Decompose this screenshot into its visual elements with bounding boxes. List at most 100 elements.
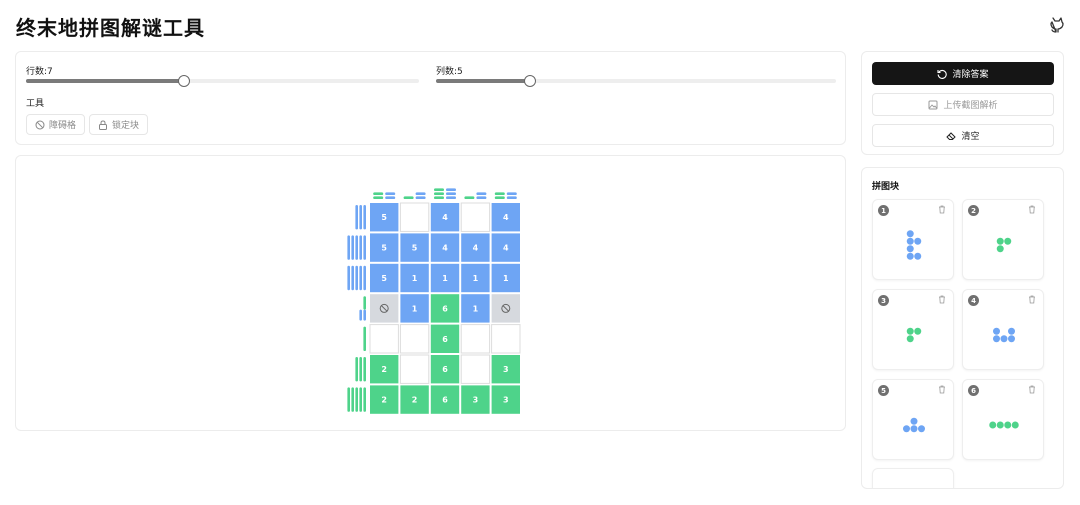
grid-cell[interactable] (460, 202, 491, 232)
piece-cell-dot (1000, 335, 1008, 343)
row-hint-bar (359, 309, 362, 321)
cell-number: 5 (381, 213, 387, 222)
rows-slider[interactable] (26, 75, 419, 87)
github-icon[interactable] (1048, 16, 1066, 34)
cell-number: 1 (503, 274, 509, 283)
lock-tool-label: 锁定块 (112, 121, 140, 131)
obstacle-tool-label: 障碍格 (49, 121, 77, 131)
page-title: 终末地拼图解谜工具 (16, 16, 205, 40)
piece-cell-dot (1008, 335, 1015, 343)
row-hint-bar (363, 357, 366, 382)
piece-cell-dot (910, 425, 918, 433)
lock-tool-button[interactable]: 锁定块 (89, 114, 149, 135)
upload-screenshot-button[interactable]: 上传截图解析 (872, 93, 1054, 116)
row-hint-bar (355, 357, 358, 382)
ban-icon (35, 120, 45, 129)
piece-card[interactable]: 4 (962, 289, 1044, 370)
piece-cell-dot (989, 421, 997, 429)
piece-cell-dot (906, 230, 914, 238)
piece-cell-dot (914, 327, 922, 335)
piece-card[interactable]: 3 (872, 289, 954, 370)
grid-cell[interactable] (491, 324, 521, 354)
cell-number: 2 (412, 396, 418, 405)
cell-number: 4 (442, 244, 448, 253)
clear-answer-button[interactable]: 清除答案 (872, 62, 1054, 85)
cols-slider[interactable] (436, 75, 836, 87)
cell-number: 6 (442, 335, 448, 344)
piece-card[interactable]: 6 (962, 379, 1044, 460)
cell-number: 2 (381, 365, 387, 374)
piece-cell-dot (903, 425, 910, 433)
controls-panel: 行数:7 列数:5 工具 障碍格 锁定块 (15, 51, 846, 145)
col-hint-bar (415, 196, 426, 199)
row-hint-bar (347, 235, 350, 260)
cell-number: 1 (473, 274, 479, 283)
puzzle-board[interactable]: 5 4 45 5 4 4 45 1 1 1 11 6 162 6 32 2 6 3 3 (16, 156, 845, 430)
rows-slider-thumb[interactable] (178, 75, 190, 87)
piece-cell-dot (1011, 421, 1019, 429)
col-hint-bar (373, 196, 384, 199)
row-hint-bar (363, 387, 366, 412)
clear-all-label: 清空 (961, 132, 980, 142)
clear-answer-label: 清除答案 (952, 70, 989, 80)
row-hint-bar (363, 309, 366, 321)
row-hint-bar (359, 235, 362, 260)
col-hint-bar (494, 196, 505, 199)
row-hint-bar (355, 265, 358, 291)
piece-cell-dot (906, 252, 914, 260)
piece-shape (906, 230, 922, 260)
piece-cell-dot (993, 335, 1000, 343)
cell-number: 6 (442, 304, 448, 313)
grid-cell[interactable] (399, 324, 430, 354)
col-hint-bar (403, 196, 414, 199)
col-hint-bar (476, 192, 487, 195)
grid-cell[interactable] (399, 354, 430, 384)
piece-cell-dot (910, 417, 918, 425)
row-hint-bar (359, 357, 362, 382)
piece-cell-dot (1004, 237, 1012, 245)
col-hint-bar (506, 196, 517, 199)
row-hint-bar (363, 326, 366, 351)
row-hint-bar (351, 387, 354, 412)
grid-cell[interactable] (460, 324, 491, 354)
col-hint-bar (434, 192, 444, 195)
tools-label: 工具 (26, 99, 45, 109)
cols-slider-thumb[interactable] (524, 75, 536, 87)
piece-card[interactable]: 5 (872, 379, 954, 460)
eraser-icon (946, 131, 957, 140)
piece-cell-dot (1008, 327, 1015, 335)
cell-number: 5 (381, 274, 387, 283)
row-hint-bar (359, 205, 362, 230)
grid-cell[interactable] (460, 354, 491, 384)
cell-number: 6 (442, 365, 448, 374)
grid-cell[interactable] (399, 202, 430, 232)
row-hint-bar (363, 265, 366, 291)
row-hint-bar (351, 235, 354, 260)
col-hint-bar (446, 196, 456, 199)
piece-cell-dot (906, 335, 914, 343)
piece-shape (996, 237, 1012, 253)
piece-card[interactable]: 1 (872, 199, 954, 280)
clear-all-button[interactable]: 清空 (872, 124, 1054, 147)
piece-card-partial[interactable] (872, 468, 954, 488)
piece-cell-dot (1004, 421, 1012, 429)
cell-number: 1 (412, 274, 418, 283)
pieces-panel: 拼图块 123456 (861, 167, 1064, 489)
col-hint-bar (464, 196, 475, 199)
piece-cell-dot (906, 327, 914, 335)
col-hint-bar (385, 192, 396, 195)
piece-cell-dot (996, 245, 1004, 253)
row-hint-bar (363, 205, 366, 230)
piece-shape (993, 327, 1015, 343)
pieces-title: 拼图块 (872, 182, 900, 192)
col-hint-bar (373, 192, 384, 195)
row-hint-bar (347, 387, 350, 412)
cell-number: 1 (442, 274, 448, 283)
piece-shape (903, 417, 925, 433)
row-hint-bar (351, 265, 354, 291)
obstacle-tool-button[interactable]: 障碍格 (26, 114, 86, 135)
piece-card[interactable]: 2 (962, 199, 1044, 280)
grid-cell[interactable] (369, 324, 399, 354)
cell-number: 3 (503, 396, 509, 405)
row-hint-bar (355, 205, 358, 230)
